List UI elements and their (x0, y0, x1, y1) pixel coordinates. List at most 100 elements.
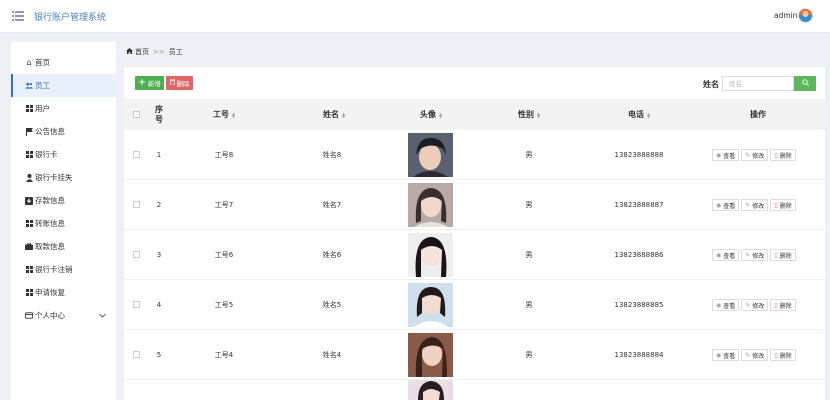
col-id-label: 工号 (212, 110, 229, 119)
sidebar-item-profile[interactable]: 个人中心 (11, 304, 116, 327)
avatar (408, 183, 453, 227)
home-icon (126, 48, 133, 56)
row-gender: 男 (525, 251, 533, 259)
edit-button[interactable]: ✎ 修改 (741, 249, 769, 261)
col-id[interactable]: 工号 ▲ ▼ (194, 99, 254, 130)
row-actions: ◉ 查看 ✎ 修改 ▯ 删除 (712, 230, 796, 280)
search-button[interactable] (794, 76, 816, 91)
edit-button[interactable]: ✎ 修改 (741, 299, 769, 311)
menu-toggle-icon[interactable] (12, 10, 24, 21)
delete-label: 删除 (779, 152, 792, 160)
search-icon (801, 79, 809, 88)
sidebar-item-bank-card[interactable]: 银行卡 (11, 143, 116, 166)
col-name-label: 姓名 (322, 110, 339, 119)
card-icon (25, 312, 33, 320)
row-delete-button[interactable]: ▯ 删除 (770, 149, 796, 161)
view-button[interactable]: ◉ 查看 (712, 199, 740, 211)
row-index: 1 (156, 151, 162, 159)
row-checkbox[interactable] (133, 151, 140, 158)
home-icon: ⌂ (26, 57, 32, 67)
sidebar-item-label: 员工 (35, 81, 50, 90)
edit-button[interactable]: ✎ 修改 (741, 199, 769, 211)
avatar (408, 133, 453, 177)
trash-icon: ▯ (774, 301, 778, 309)
row-delete-button[interactable]: ▯ 删除 (770, 249, 796, 261)
trash-icon: ▯ (774, 151, 778, 159)
sort-icon: ▲ ▼ (536, 110, 541, 119)
sidebar-item-withdraw[interactable]: 取款信息 (11, 235, 116, 258)
table-row: 1 工号8 姓名8 男 13823888888 ◉ 查看 ✎ 修改 ▯ 删除 (124, 130, 825, 180)
edit-icon: ✎ (745, 151, 751, 159)
download-icon (25, 196, 33, 205)
table-row (124, 380, 825, 400)
col-phone-label: 电话 (627, 110, 644, 119)
row-delete-button[interactable]: ▯ 删除 (770, 349, 796, 361)
col-avatar[interactable]: 头像 ▲ ▼ (401, 99, 461, 130)
delete-label: 删除 (779, 352, 792, 360)
col-name[interactable]: 姓名 ▲ ▼ (304, 99, 364, 130)
edit-label: 修改 (752, 202, 765, 210)
sidebar-item-users[interactable]: 用户 (11, 97, 116, 120)
user-name[interactable]: admin (774, 11, 798, 20)
row-delete-button[interactable]: ▯ 删除 (770, 199, 796, 211)
sidebar-item-notice[interactable]: 公告信息 (11, 120, 116, 143)
row-id: 工号6 (214, 251, 234, 259)
view-label: 查看 (723, 152, 736, 160)
avatar (408, 380, 453, 400)
eye-icon: ◉ (716, 201, 722, 209)
row-checkbox[interactable] (133, 351, 140, 358)
avatar (408, 333, 453, 377)
row-index: 5 (156, 351, 162, 359)
sidebar-item-card-loss[interactable]: 银行卡挂失 (11, 166, 116, 189)
edit-label: 修改 (752, 252, 765, 260)
sort-icon: ▲ ▼ (341, 110, 346, 119)
sidebar-item-transfer[interactable]: 转账信息 (11, 212, 116, 235)
row-checkbox[interactable] (133, 201, 140, 208)
add-button[interactable]: + 新增 (135, 76, 164, 90)
col-gender[interactable]: 性别 ▲ ▼ (499, 99, 559, 130)
row-name: 姓名7 (322, 201, 342, 209)
table-row: 4 工号5 姓名5 男 13823888885 ◉ 查看 ✎ 修改 ▯ 删除 (124, 280, 825, 330)
grid-icon (25, 150, 33, 159)
eye-icon: ◉ (716, 251, 722, 259)
edit-label: 修改 (752, 302, 765, 310)
avatar[interactable] (798, 8, 813, 23)
sidebar-item-label: 存款信息 (35, 196, 65, 205)
sidebar-item-restore[interactable]: 申请恢复 (11, 281, 116, 304)
view-label: 查看 (723, 302, 736, 310)
edit-button[interactable]: ✎ 修改 (741, 349, 769, 361)
row-delete-button[interactable]: ▯ 删除 (770, 299, 796, 311)
sidebar-item-staff[interactable]: 员工 (11, 74, 116, 97)
view-button[interactable]: ◉ 查看 (712, 149, 740, 161)
col-phone[interactable]: 电话 ▲ ▼ (609, 99, 669, 130)
sidebar-item-label: 个人中心 (35, 311, 65, 320)
sidebar-item-label: 申请恢复 (35, 288, 65, 297)
select-all-checkbox[interactable] (133, 111, 140, 118)
edit-button[interactable]: ✎ 修改 (741, 149, 769, 161)
trash-icon: ▯ (774, 351, 778, 359)
avatar (408, 233, 453, 277)
sort-icon: ▲ ▼ (646, 110, 651, 119)
sidebar-item-deposit[interactable]: 存款信息 (11, 189, 116, 212)
sidebar: ⌂ 首页 员工 用户 公告信息 银行卡 银行卡挂失 存款信息 转账信息 取款信息… (11, 42, 116, 400)
row-checkbox[interactable] (133, 301, 140, 308)
delete-button[interactable]: 删除 (166, 76, 193, 90)
col-actions-label: 操作 (750, 110, 766, 119)
sidebar-item-label: 转账信息 (35, 219, 65, 228)
edit-label: 修改 (752, 152, 765, 160)
breadcrumb-home[interactable]: 首页 (135, 47, 149, 57)
search-input[interactable] (722, 76, 794, 91)
breadcrumb: 首页 >> 员工 (126, 47, 183, 57)
row-phone: 13823888888 (614, 151, 664, 159)
view-button[interactable]: ◉ 查看 (712, 299, 740, 311)
row-index: 4 (156, 301, 162, 309)
sidebar-item-home[interactable]: ⌂ 首页 (11, 51, 116, 74)
view-button[interactable]: ◉ 查看 (712, 349, 740, 361)
table-row: 3 工号6 姓名6 男 13823888886 ◉ 查看 ✎ 修改 ▯ 删除 (124, 230, 825, 280)
row-checkbox[interactable] (133, 251, 140, 258)
user-icon (25, 173, 33, 182)
row-actions: ◉ 查看 ✎ 修改 ▯ 删除 (712, 330, 796, 380)
sidebar-item-card-cancel[interactable]: 银行卡注销 (11, 258, 116, 281)
flag-icon (25, 127, 33, 136)
view-button[interactable]: ◉ 查看 (712, 249, 740, 261)
